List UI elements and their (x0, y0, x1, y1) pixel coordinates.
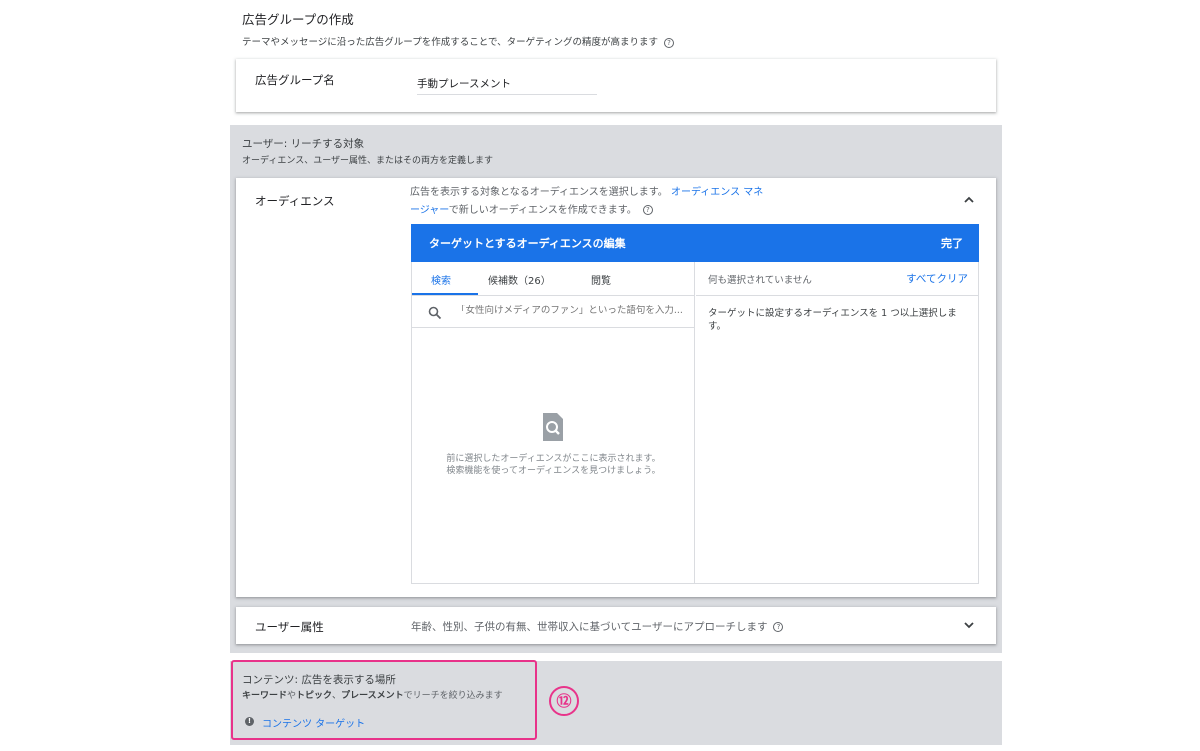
tab-search[interactable]: 検索 (431, 272, 451, 287)
demographics-label: ユーザー属性 (255, 620, 324, 634)
active-tab-indicator (412, 293, 478, 295)
user-section-subtitle: オーディエンス、ユーザー属性、またはその両方を定義します (242, 156, 494, 166)
editor-header: ターゲットとするオーディエンスの編集 完了 (411, 224, 979, 262)
question-circle-icon[interactable]: ? (642, 205, 653, 215)
document-search-icon (541, 412, 565, 442)
ad-group-name-input[interactable] (417, 71, 597, 95)
chevron-up-icon[interactable] (962, 193, 976, 207)
clear-all-button[interactable]: すべてクリア (906, 271, 968, 286)
demographics-description: 年齢、性別、子供の有無、世帯収入に基づいてユーザーにアプローチします? (411, 619, 784, 634)
audience-card: オーディエンス 広告を表示する対象となるオーディエンスを選択します。 オーディエ… (236, 178, 996, 597)
annotation-highlight-box (231, 660, 537, 740)
chevron-down-icon[interactable] (962, 618, 976, 632)
page-subtitle-text: テーマやメッセージに沿った広告グループを作成することで、ターゲティングの精度が高… (242, 37, 659, 48)
editor-left-pane: 検索 候補数（26） 閲覧 前に選択したオーディエンスがここに表示されま (412, 262, 695, 583)
audience-search-input[interactable] (456, 305, 688, 316)
audience-label: オーディエンス (255, 194, 335, 208)
done-button[interactable]: 完了 (941, 235, 963, 251)
editor-tabs: 検索 候補数（26） 閲覧 (412, 262, 695, 296)
empty-state-text: 前に選択したオーディエンスがここに表示されます。 検索機能を使ってオーディエンス… (412, 453, 695, 477)
audience-desc-suffix: で新しいオーディエンスを作成できます。 (448, 205, 637, 216)
question-circle-icon[interactable]: ? (664, 37, 675, 48)
audience-desc-prefix: 広告を表示する対象となるオーディエンスを選択します。 (410, 187, 668, 198)
demographics-desc-text: 年齢、性別、子供の有無、世帯収入に基づいてユーザーにアプローチします (411, 621, 768, 633)
selection-header: 何も選択されていません すべてクリア (696, 262, 978, 296)
search-row (412, 296, 695, 328)
empty-state-line-1: 前に選択したオーディエンスがここに表示されます。 (446, 454, 661, 464)
search-icon (428, 305, 442, 320)
editor-right-pane: 何も選択されていません すべてクリア ターゲットに設定するオーディエンスを 1 … (696, 262, 978, 583)
ad-group-name-card: 広告グループ名 (236, 59, 996, 112)
annotation-number-badge: ⑫ (549, 686, 579, 716)
selection-message: ターゲットに設定するオーディエンスを 1 つ以上選択します。 (708, 308, 957, 332)
editor-title: ターゲットとするオーディエンスの編集 (429, 237, 626, 250)
ad-group-name-label: 広告グループ名 (255, 73, 335, 87)
audience-editor: ターゲットとするオーディエンスの編集 完了 検索 候補数（26） 閲覧 「女性向… (411, 224, 979, 584)
selection-count: 何も選択されていません (708, 275, 812, 286)
empty-state-line-2: 検索機能を使ってオーディエンスを見つけましょう。 (446, 466, 661, 476)
question-circle-icon[interactable]: ? (773, 622, 784, 632)
tab-suggestions[interactable]: 候補数（26） (488, 272, 551, 287)
demographics-card[interactable]: ユーザー属性 年齢、性別、子供の有無、世帯収入に基づいてユーザーにアプローチしま… (236, 607, 996, 644)
tab-browse[interactable]: 閲覧 (591, 272, 611, 287)
page-subtitle: テーマやメッセージに沿った広告グループを作成することで、ターゲティングの精度が高… (242, 34, 675, 48)
page-title: 広告グループの作成 (242, 12, 354, 27)
audience-description: 広告を表示する対象となるオーディエンスを選択します。 オーディエンス マネージャ… (410, 184, 770, 220)
user-section-title: ユーザー: リーチする対象 (242, 138, 365, 150)
